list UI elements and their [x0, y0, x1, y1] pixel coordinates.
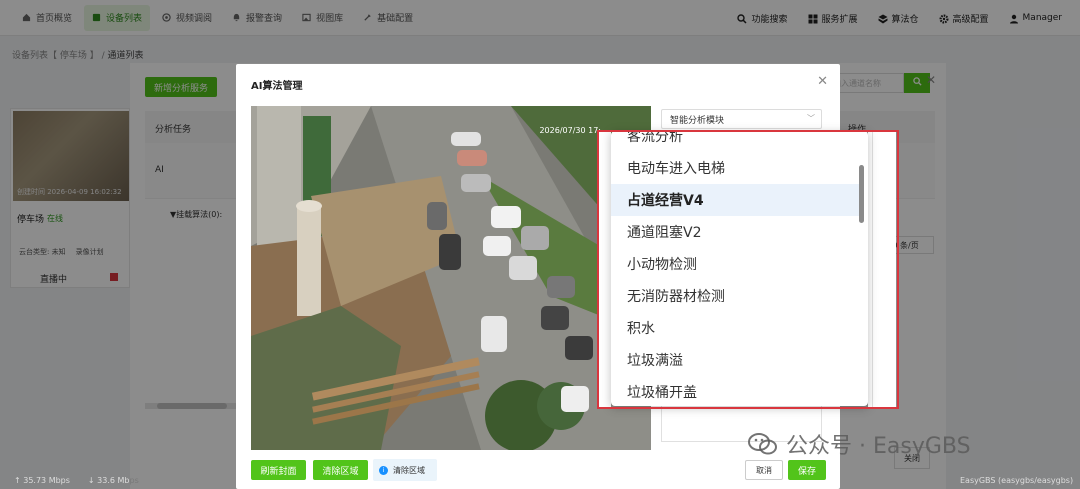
refresh-cover-button[interactable]: 刷新封面	[251, 460, 306, 480]
video-timestamp: 2026/07/30 17:	[539, 126, 601, 135]
chevron-down-icon: ﹀	[807, 114, 815, 123]
wechat-icon	[748, 432, 778, 456]
info-icon: i	[379, 465, 388, 475]
annotation-highlight-box	[597, 130, 899, 409]
clear-area-info-button[interactable]: i 清除区域	[373, 459, 437, 481]
clear-area-info-label: 清除区域	[393, 465, 425, 475]
save-button[interactable]: 保存	[788, 460, 826, 480]
parking-lot-scene	[251, 106, 651, 450]
cancel-button[interactable]: 取消	[745, 460, 783, 480]
analysis-module-select[interactable]: 智能分析模块 ﹀	[661, 109, 822, 129]
wechat-watermark: 公众号 · EasyGBS	[748, 428, 971, 460]
analysis-module-value: 智能分析模块	[670, 116, 725, 126]
close-icon[interactable]: ✕	[817, 74, 828, 89]
watermark-text: 公众号 · EasyGBS	[786, 434, 971, 459]
clear-area-button[interactable]: 清除区域	[313, 460, 368, 480]
footer-bandwidth: ↑ 35.73 Mbps ↓ 33.6 Mbps	[14, 476, 139, 485]
camera-snapshot[interactable]: 2026/07/30 17:	[251, 106, 651, 450]
footer-version: EasyGBS (easygbs/easygbs)	[960, 476, 1074, 485]
dialog-title: AI算法管理	[251, 81, 303, 92]
upload-rate: ↑ 35.73 Mbps	[14, 476, 70, 485]
